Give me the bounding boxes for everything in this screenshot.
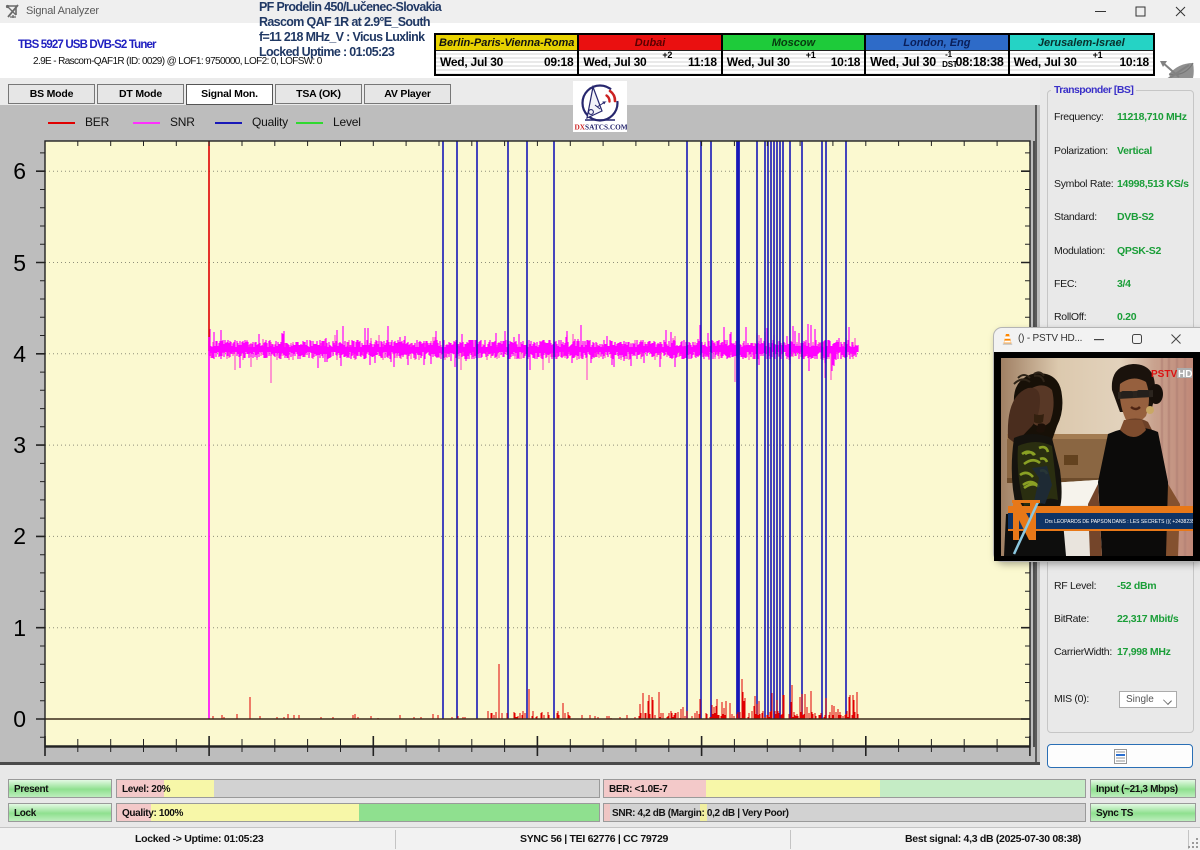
svg-text:4: 4 bbox=[13, 341, 26, 367]
svg-text:PSTV: PSTV bbox=[1151, 369, 1177, 380]
svg-text:0: 0 bbox=[13, 706, 26, 732]
svg-text:3: 3 bbox=[13, 432, 26, 458]
svg-text:Drs LEOPARDS DE PAPSON: Drs LEOPARDS DE PAPSON bbox=[1045, 519, 1112, 525]
svg-text:5: 5 bbox=[13, 250, 26, 276]
svg-text:DANS : LES SECRETS ((( +243823: DANS : LES SECRETS ((( +24382357024T bbox=[1112, 519, 1200, 525]
svg-text:2: 2 bbox=[13, 523, 26, 549]
svg-text:6: 6 bbox=[13, 158, 26, 184]
svg-text:HD: HD bbox=[1178, 369, 1192, 380]
svg-text:DXSATCS.COM: DXSATCS.COM bbox=[575, 123, 628, 132]
svg-text:1: 1 bbox=[13, 615, 26, 641]
